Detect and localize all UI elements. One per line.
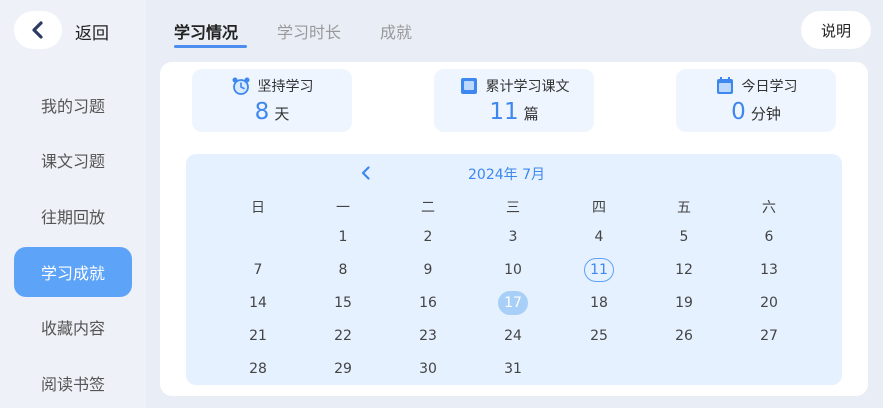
stat-card-streak: 坚持学习 8天 (192, 69, 352, 132)
book-icon (459, 76, 479, 96)
sidebar-item-text-exercises[interactable]: 课文习题 (14, 135, 132, 185)
calendar-day[interactable]: 16 (413, 291, 443, 315)
alarm-clock-icon (231, 76, 251, 96)
calendar-day[interactable]: 4 (584, 225, 614, 249)
stat-title: 坚持学习 (257, 79, 314, 95)
calendar-day[interactable]: 25 (584, 324, 614, 348)
sidebar: 返回 我的习题 课文习题 往期回放 学习成就 收藏内容 阅读书签 (0, 0, 146, 408)
back-label[interactable]: 返回 (75, 19, 109, 44)
stat-title: 今日学习 (741, 79, 798, 95)
weekday-label: 五 (677, 200, 691, 216)
calendar-day[interactable]: 22 (328, 324, 358, 348)
stat-unit: 天 (274, 105, 290, 123)
calendar-day[interactable]: 8 (328, 258, 358, 282)
stat-value: 0 (731, 99, 746, 125)
prev-month-button[interactable] (357, 163, 375, 183)
back-button[interactable] (14, 11, 62, 49)
calendar-day[interactable]: 13 (754, 258, 784, 282)
weekday-label: 三 (506, 200, 520, 216)
sidebar-item-bookmarks[interactable]: 阅读书签 (14, 358, 132, 408)
calendar-day[interactable]: 27 (754, 324, 784, 348)
stat-title: 累计学习课文 (485, 79, 570, 95)
calendar-day[interactable]: 5 (669, 225, 699, 249)
calendar-day[interactable]: 23 (413, 324, 443, 348)
stat-unit: 篇 (523, 105, 539, 123)
calendar-day[interactable]: 3 (498, 225, 528, 249)
calendar-day[interactable]: 29 (328, 357, 358, 381)
tab-achievements[interactable]: 成就 (380, 19, 412, 43)
calendar-day[interactable]: 7 (243, 258, 273, 282)
sidebar-item-my-exercises[interactable]: 我的习题 (14, 80, 132, 130)
calendar-day-today[interactable]: 11 (584, 258, 614, 282)
calendar-day[interactable]: 10 (498, 258, 528, 282)
chevron-left-icon (361, 166, 370, 180)
sidebar-item-replays[interactable]: 往期回放 (14, 191, 132, 241)
weekday-label: 六 (762, 200, 776, 216)
stat-card-today: 今日学习 0 分钟 (676, 69, 836, 132)
calendar-day[interactable]: 20 (754, 291, 784, 315)
calendar-icon (715, 76, 735, 96)
stat-value: 8 (254, 99, 270, 125)
chevron-left-icon (32, 21, 43, 39)
calendar-day[interactable]: 31 (498, 357, 528, 381)
active-tab-indicator (174, 45, 247, 48)
calendar-day[interactable]: 15 (328, 291, 358, 315)
calendar-day[interactable]: 12 (669, 258, 699, 282)
help-button[interactable]: 说明 (801, 11, 871, 49)
calendar-day[interactable]: 30 (413, 357, 443, 381)
calendar-day[interactable]: 28 (243, 357, 273, 381)
stat-card-texts: 累计学习课文 11 篇 (434, 69, 594, 132)
stat-value: 11 (489, 99, 519, 125)
calendar-day[interactable]: 9 (413, 258, 443, 282)
weekday-label: 日 (251, 200, 265, 216)
calendar-day[interactable]: 19 (669, 291, 699, 315)
calendar-day[interactable]: 24 (498, 324, 528, 348)
calendar-day[interactable]: 1 (328, 225, 358, 249)
sidebar-item-achievements[interactable]: 学习成就 (14, 247, 132, 297)
weekday-label: 一 (336, 200, 350, 216)
calendar-day[interactable]: 6 (754, 225, 784, 249)
weekday-label: 二 (421, 200, 435, 216)
calendar-day[interactable]: 18 (584, 291, 614, 315)
calendar-day[interactable]: 14 (243, 291, 273, 315)
stat-unit: 分钟 (750, 105, 781, 123)
calendar-day[interactable]: 21 (243, 324, 273, 348)
tab-study-status[interactable]: 学习情况 (174, 19, 238, 43)
sidebar-item-favorites[interactable]: 收藏内容 (14, 302, 132, 352)
calendar-month-title: 2024年 7月 (468, 167, 545, 183)
calendar-day[interactable]: 26 (669, 324, 699, 348)
calendar-day[interactable]: 2 (413, 225, 443, 249)
weekday-label: 四 (592, 200, 606, 216)
tab-study-duration[interactable]: 学习时长 (277, 19, 341, 43)
calendar-day-selected[interactable]: 17 (498, 291, 528, 315)
